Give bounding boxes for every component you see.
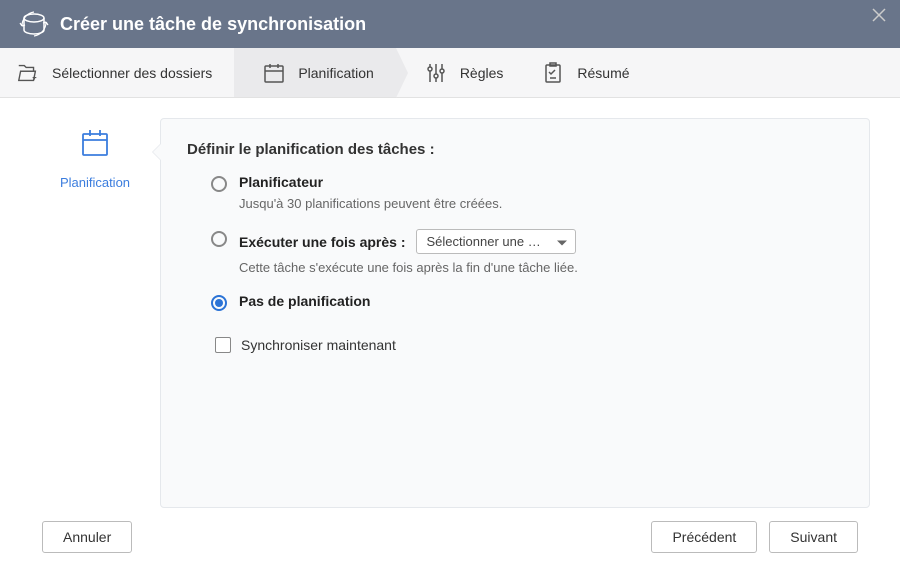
sliders-icon <box>424 61 448 85</box>
sync-now-checkbox[interactable] <box>215 337 231 353</box>
radio-no-schedule[interactable] <box>211 295 227 311</box>
calendar-icon <box>80 128 110 161</box>
option-run-after: Exécuter une fois après : Sélectionner u… <box>211 229 843 275</box>
sync-now-row: Synchroniser maintenant <box>211 337 843 353</box>
cancel-button[interactable]: Annuler <box>42 521 132 553</box>
wizard-steps: Sélectionner des dossiers Planification … <box>0 48 900 98</box>
step-label: Règles <box>460 65 504 81</box>
option-label: Planificateur <box>239 174 843 190</box>
task-select[interactable]: Sélectionner une … <box>416 229 576 254</box>
dialog-footer: Annuler Précédent Suivant <box>0 508 900 566</box>
close-button[interactable] <box>872 8 888 24</box>
option-desc: Cette tâche s'exécute une fois après la … <box>239 260 843 275</box>
next-button[interactable]: Suivant <box>769 521 858 553</box>
previous-button[interactable]: Précédent <box>651 521 757 553</box>
sidebar-label: Planification <box>60 175 130 190</box>
step-summary[interactable]: Résumé <box>525 48 651 97</box>
radio-scheduler[interactable] <box>211 176 227 192</box>
schedule-panel: Définir le planification des tâches : Pl… <box>160 118 870 508</box>
dialog-header: Créer une tâche de synchronisation <box>0 0 900 48</box>
option-desc: Jusqu'à 30 planifications peuvent être c… <box>239 196 843 211</box>
panel-title: Définir le planification des tâches : <box>187 141 843 158</box>
sync-now-label: Synchroniser maintenant <box>241 337 396 353</box>
option-label: Pas de planification <box>239 293 843 309</box>
step-schedule[interactable]: Planification <box>234 48 396 97</box>
sync-icon <box>14 4 54 44</box>
option-label: Exécuter une fois après : <box>239 234 406 250</box>
sidebar: Planification <box>30 118 160 508</box>
checklist-icon <box>541 61 565 85</box>
step-select-folders[interactable]: Sélectionner des dossiers <box>0 48 234 97</box>
step-label: Sélectionner des dossiers <box>52 65 212 81</box>
folders-icon <box>16 61 40 85</box>
radio-run-after[interactable] <box>211 231 227 247</box>
step-label: Résumé <box>577 65 629 81</box>
step-label: Planification <box>298 65 374 81</box>
dialog-title: Créer une tâche de synchronisation <box>60 14 366 35</box>
option-scheduler: Planificateur Jusqu'à 30 planifications … <box>211 174 843 211</box>
option-no-schedule: Pas de planification <box>211 293 843 311</box>
calendar-icon <box>262 61 286 85</box>
step-rules[interactable]: Règles <box>396 48 526 97</box>
